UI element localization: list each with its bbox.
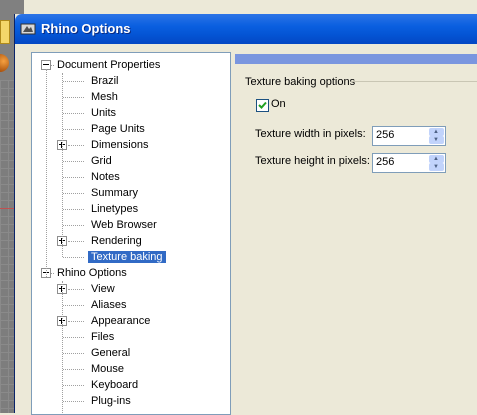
tree-connector	[63, 385, 84, 386]
tree-item-label[interactable]: Grid	[88, 155, 115, 167]
tree-connector	[63, 337, 84, 338]
tree-connector	[63, 305, 84, 306]
tree-connector	[63, 97, 84, 98]
tree-item[interactable]: Page Units	[88, 121, 148, 137]
texture-width-input[interactable]: 256	[376, 129, 394, 141]
tree-item-label[interactable]: Document Properties	[54, 59, 163, 71]
tree-item-label[interactable]: Texture baking	[88, 251, 166, 263]
tree-item-label[interactable]: Linetypes	[88, 203, 141, 215]
tree-item-label[interactable]: View	[88, 283, 118, 295]
tree-connector	[63, 113, 84, 114]
background-sphere-icon[interactable]	[0, 54, 9, 72]
chevron-down-icon: ▼	[433, 137, 439, 143]
tree-connector	[63, 401, 84, 402]
tree-item-label[interactable]: Notes	[88, 171, 123, 183]
on-checkbox-label[interactable]: On	[271, 98, 286, 110]
tree-connector	[68, 241, 84, 242]
tree-item-label[interactable]: Rendering	[88, 235, 145, 247]
tree-item-label[interactable]: Rhino Options	[54, 267, 130, 279]
tree-connector	[63, 177, 84, 178]
tree-item-label[interactable]: General	[88, 347, 133, 359]
tree-item-label[interactable]: Brazil	[88, 75, 122, 87]
texture-width-spinner[interactable]: 256 ▲ ▼	[372, 126, 446, 146]
tree-item-label[interactable]: Keyboard	[88, 379, 141, 391]
tree-item[interactable]: Rendering	[88, 233, 145, 249]
tree-item[interactable]: Appearance	[88, 313, 153, 329]
window-title: Rhino Options	[41, 21, 131, 36]
page-header-banner	[235, 54, 477, 64]
tree-connector	[62, 281, 63, 414]
rhino-app-icon	[20, 23, 36, 35]
tree-item[interactable]: Dimensions	[88, 137, 151, 153]
tree-item-label[interactable]: Aliases	[88, 299, 129, 311]
tree-item[interactable]: Notes	[88, 169, 123, 185]
tree-item[interactable]: Keyboard	[88, 377, 141, 393]
tree-item[interactable]: Aliases	[88, 297, 129, 313]
tree-root-item[interactable]: Document Properties	[54, 57, 163, 73]
height-spin-up-button[interactable]: ▲	[429, 155, 444, 163]
chevron-down-icon: ▼	[433, 164, 439, 170]
tree-item[interactable]: Web Browser	[88, 217, 160, 233]
tree-item[interactable]: Brazil	[88, 73, 122, 89]
width-spin-down-button[interactable]: ▼	[429, 136, 444, 144]
tree-item-label[interactable]: Page Units	[88, 123, 148, 135]
tree-connector	[63, 161, 84, 162]
texture-height-label: Texture height in pixels:	[255, 155, 370, 167]
tree-connector	[63, 129, 84, 130]
tree-connector	[63, 369, 84, 370]
tree-connector	[51, 273, 54, 274]
tree-item[interactable]: Linetypes	[88, 201, 141, 217]
chevron-up-icon: ▲	[433, 156, 439, 162]
tree-item-label[interactable]: Mouse	[88, 363, 127, 375]
texture-height-spinner[interactable]: 256 ▲ ▼	[372, 153, 446, 173]
tree-connector	[68, 145, 84, 146]
tree-item-label[interactable]: Mesh	[88, 91, 121, 103]
tree-connector	[63, 81, 84, 82]
options-tree[interactable]: Document Properties Brazil Mesh Units Page U…	[31, 52, 231, 415]
tree-connector	[63, 209, 84, 210]
tree-item-label[interactable]: Web Browser	[88, 219, 160, 231]
tree-item-label[interactable]: Units	[88, 107, 119, 119]
tree-item-label[interactable]: Appearance	[88, 315, 153, 327]
tree-item[interactable]: View	[88, 281, 118, 297]
title-bar[interactable]: Rhino Options	[15, 14, 477, 44]
background-toolbar-icon[interactable]	[0, 20, 10, 44]
tree-item[interactable]: Mouse	[88, 361, 127, 377]
tree-connector	[68, 321, 84, 322]
tree-connector	[63, 353, 84, 354]
texture-width-label: Texture width in pixels:	[255, 128, 366, 140]
tree-item-label[interactable]: Dimensions	[88, 139, 151, 151]
tree-root-item[interactable]: Rhino Options	[54, 265, 130, 281]
tree-item[interactable]: Summary	[88, 185, 141, 201]
tree-connector	[51, 65, 54, 66]
tree-connector	[62, 73, 63, 257]
height-spin-down-button[interactable]: ▼	[429, 163, 444, 171]
width-spin-up-button[interactable]: ▲	[429, 128, 444, 136]
checkmark-icon	[258, 101, 267, 109]
tree-item-label[interactable]: Summary	[88, 187, 141, 199]
tree-connector	[46, 69, 47, 277]
tree-item-label[interactable]: Plug-ins	[88, 395, 134, 407]
tree-item[interactable]: Mesh	[88, 89, 121, 105]
chevron-up-icon: ▲	[433, 129, 439, 135]
group-title: Texture baking options	[245, 76, 356, 88]
rhino-options-dialog: Rhino Options Document Properties Brazil M…	[14, 14, 477, 415]
group-divider	[351, 81, 477, 82]
tree-connector	[63, 225, 84, 226]
tree-connector	[68, 289, 84, 290]
on-checkbox[interactable]	[256, 99, 269, 112]
tree-item[interactable]: Units	[88, 105, 119, 121]
tree-item[interactable]: General	[88, 345, 133, 361]
tree-connector	[63, 257, 84, 258]
tree-item[interactable]: Plug-ins	[88, 393, 134, 409]
tree-item[interactable]: Texture baking	[88, 249, 166, 265]
texture-height-input[interactable]: 256	[376, 156, 394, 168]
tree-item[interactable]: Grid	[88, 153, 115, 169]
tree-item-label[interactable]: Files	[88, 331, 117, 343]
tree-item[interactable]: Files	[88, 329, 117, 345]
tree-connector	[63, 193, 84, 194]
